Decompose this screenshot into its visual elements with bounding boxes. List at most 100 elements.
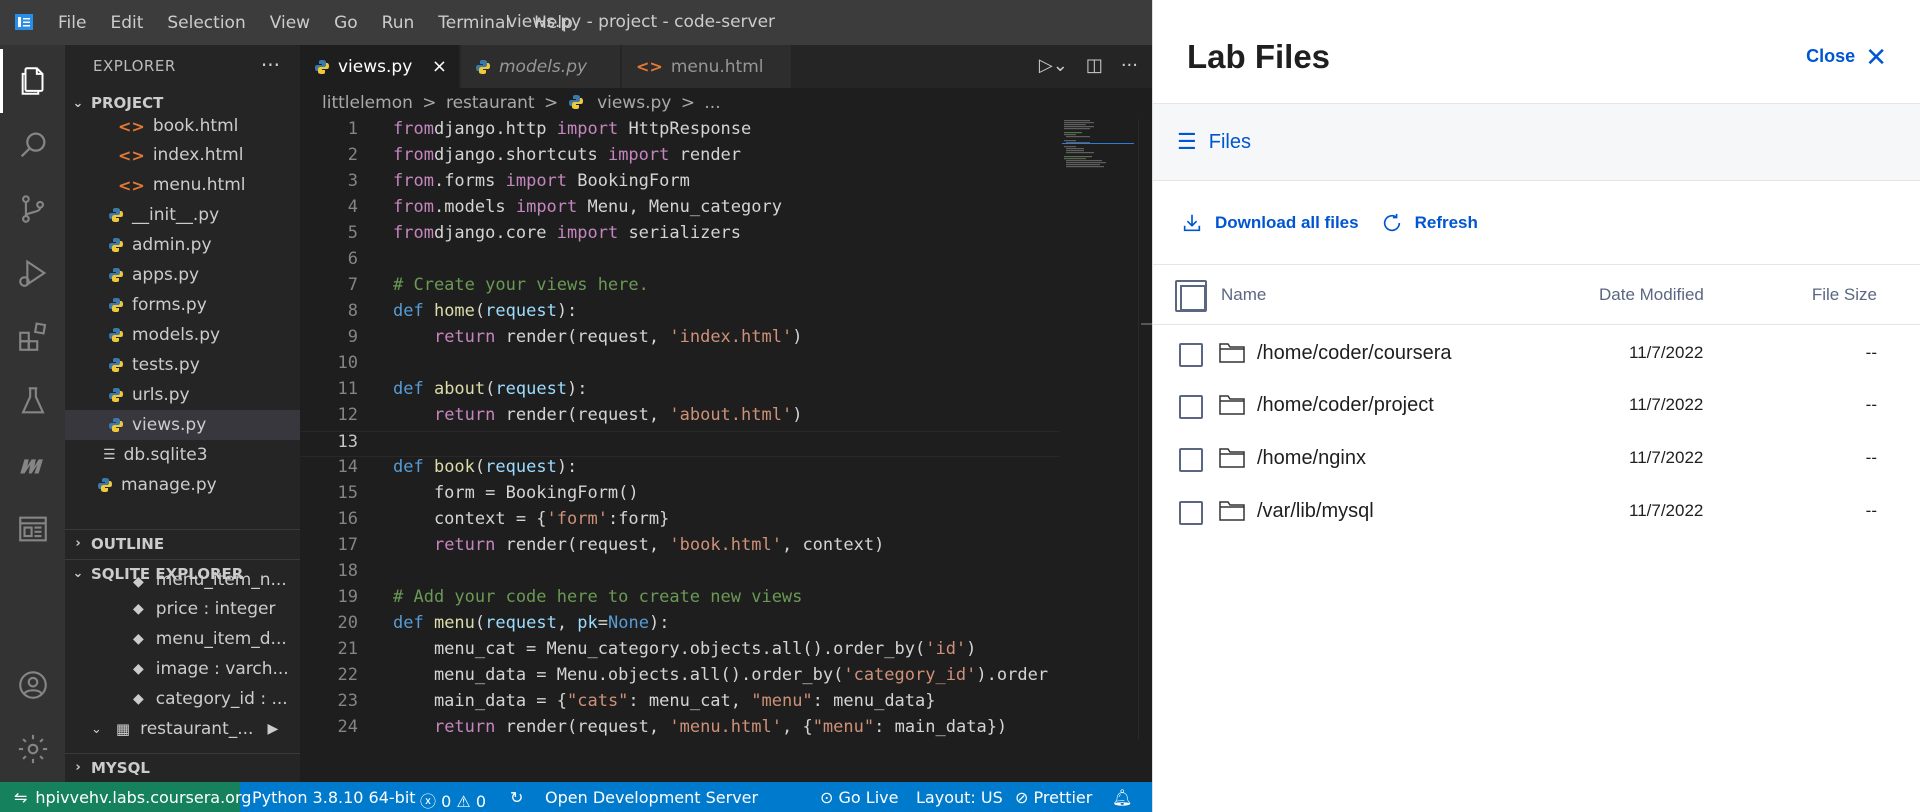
code-line[interactable]: 24 return render(request, 'menu.html', {… <box>300 717 1060 743</box>
mm-icon[interactable] <box>0 433 65 497</box>
tree-file-forms-py[interactable]: forms.py <box>65 290 300 320</box>
code-line[interactable]: 13 <box>300 431 1060 457</box>
section-outline[interactable]: › OUTLINE <box>65 529 300 557</box>
minimap[interactable] <box>1062 119 1142 179</box>
code-line[interactable]: 14 def book(request): <box>300 457 1060 483</box>
explorer-icon[interactable] <box>0 49 65 113</box>
code-line[interactable]: 10 <box>300 353 1060 379</box>
source-control-icon[interactable] <box>0 177 65 241</box>
account-icon[interactable] <box>0 653 65 717</box>
select-all-checkbox[interactable] <box>1175 280 1207 312</box>
row-checkbox[interactable] <box>1179 395 1203 419</box>
tab-models-py[interactable]: models.py <box>461 45 621 88</box>
sqlite-column-price[interactable]: ◆ price : integer <box>65 594 300 624</box>
file-row[interactable]: /home/coder/coursera 11/7/2022 -- <box>1153 327 1920 379</box>
sqlite-table-restaurant[interactable]: ⌄ ▦ restaurant_... ▶ <box>65 714 300 744</box>
run-debug-icon[interactable] <box>0 241 65 305</box>
sync-icon[interactable]: ↻ <box>510 788 523 807</box>
code-line[interactable]: 3 from.forms import BookingForm <box>300 171 1060 197</box>
problems-indicator[interactable]: ⓧ 0 ⚠ 0 <box>420 788 486 812</box>
file-name[interactable]: /home/coder/project <box>1257 394 1434 417</box>
row-checkbox[interactable] <box>1179 343 1203 367</box>
search-icon[interactable] <box>0 113 65 177</box>
sqlite-column-image[interactable]: ◆ image : varch... <box>65 654 300 684</box>
breadcrumb-file[interactable]: views.py <box>597 93 671 113</box>
tree-file-tests-py[interactable]: tests.py <box>65 350 300 380</box>
browser-preview-icon[interactable] <box>0 497 65 561</box>
tree-file-admin-py[interactable]: admin.py <box>65 230 300 260</box>
breadcrumb-symbol[interactable]: ... <box>704 93 720 113</box>
code-line[interactable]: 8 def home(request): <box>300 301 1060 327</box>
python-interpreter[interactable]: Python 3.8.10 64-bit <box>252 788 416 807</box>
code-line[interactable]: 12 return render(request, 'about.html') <box>300 405 1060 431</box>
code-editor[interactable]: 1 fromdjango.http import HttpResponse 2 fro… <box>300 119 1060 737</box>
split-editor-icon[interactable]: ◫ <box>1086 55 1103 76</box>
tree-file-models-py[interactable]: models.py <box>65 320 300 350</box>
file-name[interactable]: /home/coder/coursera <box>1257 342 1452 365</box>
section-mysql[interactable]: › MYSQL <box>65 753 300 781</box>
code-line[interactable]: 5 fromdjango.core import serializers <box>300 223 1060 249</box>
extensions-icon[interactable] <box>0 305 65 369</box>
testing-icon[interactable] <box>0 369 65 433</box>
sqlite-column-menu-item-d[interactable]: ◆ menu_item_d... <box>65 624 300 654</box>
close-button[interactable]: Close ✕ <box>1806 44 1887 70</box>
code-line[interactable]: 15 form = BookingForm() <box>300 483 1060 509</box>
file-row[interactable]: /home/coder/project 11/7/2022 -- <box>1153 379 1920 431</box>
code-line[interactable]: 4 from.models import Menu, Menu_category <box>300 197 1060 223</box>
column-file-size[interactable]: File Size <box>1812 285 1877 305</box>
tree-file-apps-py[interactable]: apps.py <box>65 260 300 290</box>
tree-file-menu-html[interactable]: <> menu.html <box>65 170 300 200</box>
file-name[interactable]: /home/nginx <box>1257 447 1366 470</box>
refresh-button[interactable]: Refresh <box>1381 212 1478 234</box>
sqlite-column-category-id[interactable]: ◆ category_id : ... <box>65 684 300 714</box>
file-row[interactable]: /var/lib/mysql 11/7/2022 -- <box>1153 485 1920 537</box>
code-line[interactable]: 18 <box>300 561 1060 587</box>
remote-indicator[interactable]: ⇋ hpivvehv.labs.coursera.org <box>0 782 251 812</box>
tree-file-init-py[interactable]: __init__.py <box>65 200 300 230</box>
tab-views-py[interactable]: views.py × <box>300 45 460 88</box>
code-line[interactable]: 17 return render(request, 'book.html', c… <box>300 535 1060 561</box>
code-line[interactable]: 21 menu_cat = Menu_category.objects.all(… <box>300 639 1060 665</box>
notifications-bell-icon[interactable]: 🔔︎ <box>1112 788 1132 807</box>
more-actions-icon[interactable]: ··· <box>1121 55 1138 76</box>
row-checkbox[interactable] <box>1179 448 1203 472</box>
open-dev-server-button[interactable]: Open Development Server <box>545 788 758 807</box>
breadcrumb-folder[interactable]: restaurant <box>446 93 535 113</box>
code-line[interactable]: 1 fromdjango.http import HttpResponse <box>300 119 1060 145</box>
files-menu-bar[interactable]: ☰ Files <box>1153 104 1920 181</box>
tree-file-index-html[interactable]: <> index.html <box>65 140 300 170</box>
code-line[interactable]: 20 def menu(request, pk=None): <box>300 613 1060 639</box>
code-line[interactable]: 16 context = {'form':form} <box>300 509 1060 535</box>
tree-file-urls-py[interactable]: urls.py <box>65 380 300 410</box>
file-row[interactable]: /home/nginx 11/7/2022 -- <box>1153 432 1920 484</box>
more-actions-icon[interactable]: ··· <box>261 53 280 77</box>
column-name[interactable]: Name <box>1221 285 1266 305</box>
code-line[interactable]: 22 menu_data = Menu.objects.all().order_… <box>300 665 1060 691</box>
breadcrumb-folder[interactable]: littlelemon <box>322 93 413 113</box>
play-icon[interactable]: ▶ <box>267 721 278 737</box>
code-line[interactable]: 19 # Add your code here to create new vie… <box>300 587 1060 613</box>
go-live-button[interactable]: ⊙ Go Live <box>820 788 898 807</box>
column-date-modified[interactable]: Date Modified <box>1599 285 1704 305</box>
editor-scrollbar[interactable] <box>1138 119 1152 739</box>
prettier-status[interactable]: ⊘ Prettier <box>1015 788 1092 807</box>
keyboard-layout[interactable]: Layout: US <box>916 788 1003 807</box>
code-line[interactable]: 23 main_data = {"cats": menu_cat, "menu"… <box>300 691 1060 717</box>
download-all-button[interactable]: Download all files <box>1181 212 1359 234</box>
code-line[interactable]: 9 return render(request, 'index.html') <box>300 327 1060 353</box>
code-line[interactable]: 11 def about(request): <box>300 379 1060 405</box>
row-checkbox[interactable] <box>1179 501 1203 525</box>
tree-file-manage-py[interactable]: manage.py <box>65 470 300 500</box>
settings-gear-icon[interactable] <box>0 717 65 781</box>
tree-file-book-html[interactable]: <> book.html <box>65 111 300 141</box>
code-line[interactable]: 6 <box>300 249 1060 275</box>
tab-menu-html[interactable]: <> menu.html <box>622 45 792 88</box>
code-line[interactable]: 2 fromdjango.shortcuts import render <box>300 145 1060 171</box>
sqlite-column-menu-item-name[interactable]: ◆ menu_item_n... <box>65 572 300 590</box>
tree-file-db-sqlite3[interactable]: ☰ db.sqlite3 <box>65 440 300 470</box>
run-file-icon[interactable]: ▷⌄ <box>1039 55 1068 76</box>
close-icon[interactable]: × <box>432 56 447 77</box>
file-name[interactable]: /var/lib/mysql <box>1257 500 1374 523</box>
tree-file-views-py[interactable]: views.py <box>65 410 300 440</box>
code-line[interactable]: 7 # Create your views here. <box>300 275 1060 301</box>
